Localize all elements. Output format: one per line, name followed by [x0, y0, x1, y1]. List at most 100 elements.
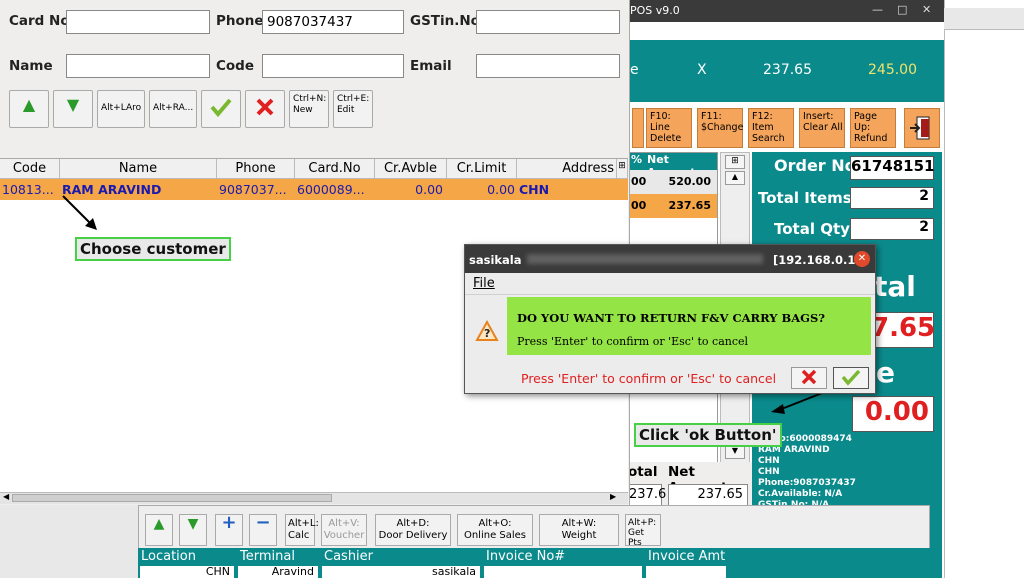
grid-header: % Net Amount [629, 153, 717, 179]
grid-row[interactable]: 00 520.00 [629, 170, 717, 194]
table-cell[interactable]: 0.00 [375, 179, 447, 200]
horizontal-scrollbar[interactable]: ◀ ▶ [0, 492, 628, 504]
dialog-footer-message: Press 'Enter' to confirm or 'Esc' to can… [521, 371, 777, 386]
voucher-button[interactable]: Alt+V: Voucher [321, 514, 367, 546]
table-cell[interactable]: 0.00 [447, 179, 517, 200]
arrow-down-icon[interactable]: ▼ [53, 90, 93, 128]
dialog-menubar: File [465, 273, 875, 295]
refund-button[interactable]: Page Up: Refund [850, 108, 896, 148]
warning-icon: ? [475, 320, 499, 341]
plus-icon[interactable]: + [215, 514, 243, 546]
grid-col-pct: % [631, 153, 643, 166]
customer-info-line: Phone:9087037437 [758, 478, 856, 488]
click-ok-annotation: Click 'ok Button' [634, 423, 782, 447]
due-label: e [876, 356, 895, 389]
arrow-up-icon[interactable]: ▲ [9, 90, 49, 128]
scroll-down-icon[interactable]: ▼ [725, 445, 745, 459]
email-input[interactable] [476, 54, 620, 78]
maximize-icon[interactable]: □ [897, 3, 907, 16]
close-icon[interactable]: ✕ [922, 3, 931, 16]
column-header[interactable]: Card.No [295, 159, 375, 179]
terminal-value: Aravind [238, 566, 318, 578]
scroll-left-icon[interactable]: ◀ [3, 492, 9, 501]
new-button[interactable]: Ctrl+N: New [289, 90, 329, 128]
minimize-icon[interactable]: — [872, 3, 883, 16]
confirm-dialog: sasikala [192.168.0.1... ✕ File ? DO YOU… [464, 244, 876, 394]
card-no-label: Card No [9, 13, 70, 29]
arrow-down-icon[interactable]: ▼ [179, 514, 207, 546]
alt-right-button[interactable]: Alt+RA... [149, 90, 197, 128]
table-cell[interactable]: 10813... [0, 179, 60, 200]
change-button[interactable]: F11: $Change [697, 108, 743, 148]
dialog-message: DO YOU WANT TO RETURN F&V CARRY BAGS? Pr… [507, 297, 871, 355]
email-label: Email [410, 58, 452, 74]
name-input[interactable] [66, 54, 210, 78]
clear-all-button[interactable]: Insert: Clear All [799, 108, 845, 148]
pos-summary-header: e X 237.65 245.00 [600, 40, 944, 102]
customer-info-line: Cr.Available: N/A [758, 489, 843, 499]
scroll-up-icon[interactable]: ▲ [725, 171, 745, 185]
check-icon [841, 369, 861, 386]
invoice-amt-value [646, 566, 726, 578]
grid-cell: 520.00 [668, 175, 711, 188]
calc-button[interactable]: Alt+L: Calc [285, 514, 319, 546]
due-value: 0.00 [852, 396, 934, 432]
item-search-button[interactable]: F12: Item Search [748, 108, 794, 148]
scroll-right-icon[interactable]: ▶ [610, 492, 616, 501]
dialog-close-icon[interactable]: ✕ [854, 251, 870, 267]
online-sales-button[interactable]: Alt+O: Online Sales [457, 514, 533, 546]
header-label-e: e [630, 62, 639, 78]
column-toggle-icon[interactable]: ⊞ [725, 155, 745, 169]
total-qty-label: Total Qty [774, 220, 850, 238]
column-header[interactable]: Code [0, 159, 60, 179]
get-points-button[interactable]: Alt+P: Get Pts [625, 514, 661, 548]
cancel-button[interactable] [245, 90, 285, 128]
file-menu[interactable]: File [473, 276, 495, 291]
name-label: Name [9, 58, 53, 74]
grid-row[interactable]: 00 237.65 [629, 194, 717, 218]
arrow-up-icon[interactable]: ▲ [145, 514, 173, 546]
minus-icon[interactable]: − [249, 514, 277, 546]
table-cell[interactable]: CHN [517, 179, 628, 200]
confirm-button[interactable] [201, 90, 241, 128]
column-toggle-icon[interactable]: ⊞ [617, 159, 628, 179]
fkey-partial[interactable] [632, 108, 644, 148]
table-cell[interactable]: 6000089... [295, 179, 375, 200]
total-label: tal [874, 270, 916, 303]
line-delete-button[interactable]: F10: Line Delete [646, 108, 692, 148]
table-cell[interactable]: 9087037... [217, 179, 295, 200]
total-items-value: 2 [850, 187, 934, 209]
scroll-thumb[interactable] [12, 494, 332, 502]
blurred-title [527, 254, 763, 264]
dialog-ok-button[interactable] [833, 367, 869, 389]
code-input[interactable] [262, 54, 404, 78]
card-no-input[interactable] [66, 10, 210, 34]
column-header[interactable]: Address [517, 159, 617, 179]
dialog-cancel-button[interactable] [791, 367, 827, 389]
door-delivery-button[interactable]: Alt+D: Door Delivery [375, 514, 451, 546]
column-header[interactable]: Name [60, 159, 217, 179]
total-qty-value: 2 [850, 218, 934, 240]
phone-input[interactable] [262, 10, 404, 34]
exit-icon [910, 116, 930, 140]
weight-button[interactable]: Alt+W: Weight [539, 514, 619, 546]
gstin-label: GSTin.No [410, 13, 480, 29]
invoice-info-bar: Location Terminal Cashier Invoice No# In… [138, 548, 930, 578]
header-x: X [697, 62, 707, 78]
close-x-icon [256, 98, 274, 116]
alt-left-button[interactable]: Alt+LAro [97, 90, 145, 128]
check-icon [210, 98, 232, 118]
cashier-value: sasikala [322, 566, 480, 578]
phone-label: Phone [216, 13, 264, 29]
close-x-icon [801, 369, 817, 385]
dialog-heading: DO YOU WANT TO RETURN F&V CARRY BAGS? [517, 311, 826, 325]
gstin-input[interactable] [476, 10, 620, 34]
footer-totals: otal Net Amount 237.6 237.65 [628, 462, 752, 506]
pos-window-title: POS v9.0 [630, 4, 680, 17]
exit-button[interactable] [904, 108, 940, 148]
edit-button[interactable]: Ctrl+E: Edit [333, 90, 373, 128]
column-header[interactable]: Cr.Limit [447, 159, 517, 179]
column-header[interactable]: Cr.Avble [375, 159, 447, 179]
location-value: CHN [140, 566, 234, 578]
column-header[interactable]: Phone [217, 159, 295, 179]
